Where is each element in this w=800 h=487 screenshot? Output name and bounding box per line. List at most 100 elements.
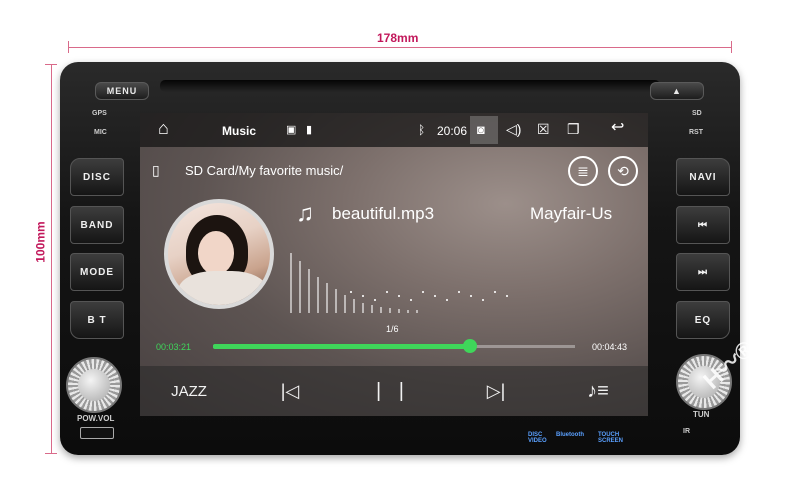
visualizer-dot	[410, 299, 412, 301]
height-dimension-line	[51, 64, 52, 454]
power-volume-knob[interactable]	[66, 357, 122, 413]
pause-icon: | |	[376, 379, 410, 402]
visualizer-bar	[380, 307, 382, 313]
eq-preset-button[interactable]: JAZZ	[158, 376, 220, 406]
repeat-button[interactable]: ⟲	[608, 156, 638, 186]
width-dimension-tick-left	[68, 41, 69, 53]
width-dimension-label: 178mm	[377, 31, 419, 45]
width-dimension-tick-right	[731, 41, 732, 53]
tun-label: TUN	[693, 410, 710, 419]
visualizer-dot	[362, 295, 364, 297]
seek-handle[interactable]	[463, 339, 478, 353]
close-box-icon[interactable]: ☒	[537, 122, 550, 136]
equalizer-button[interactable]: ≣	[568, 156, 598, 186]
elapsed-time: 00:03:21	[156, 342, 192, 352]
total-duration: 00:04:43	[592, 342, 628, 352]
track-position: 1/6	[386, 324, 399, 334]
visualizer-dot	[506, 295, 508, 297]
visualizer-bar	[416, 310, 418, 313]
height-dimension-label: 100mm	[33, 221, 48, 263]
height-dimension-tick-bottom	[45, 453, 57, 454]
seek-progress	[213, 344, 471, 349]
pause-button[interactable]: | |	[373, 376, 413, 406]
visualizer-bar	[326, 283, 328, 313]
ir-label: IR	[683, 428, 690, 435]
mic-label: MIC	[94, 129, 107, 136]
disc-button[interactable]: DISC	[70, 158, 124, 196]
mode-button[interactable]: MODE	[70, 253, 124, 291]
recent-apps-icon[interactable]: ❐	[567, 122, 580, 136]
disc-slot	[160, 80, 660, 92]
visualizer-dot	[494, 291, 496, 293]
visualizer-dot	[350, 291, 352, 293]
app-title: Music	[222, 124, 257, 138]
visualizer-dot	[386, 291, 388, 293]
visualizer-bar	[407, 310, 409, 313]
repeat-icon: ⟲	[617, 162, 629, 179]
visualizer-dot	[470, 295, 472, 297]
image-icon: ▣	[286, 124, 297, 136]
navi-button[interactable]: NAVI	[676, 158, 730, 196]
bluetooth-logo: Bluetooth	[556, 432, 584, 438]
sd-folder-icon: ▯	[152, 162, 160, 178]
band-button[interactable]: BAND	[70, 206, 124, 244]
home-icon[interactable]: ⌂	[158, 119, 169, 137]
eject-button[interactable]: ▲	[650, 82, 704, 100]
volume-icon[interactable]: ◁)	[506, 122, 521, 136]
playlist-icon: ♪≡	[587, 379, 609, 402]
folder-path: SD Card/My favorite music/	[185, 163, 344, 178]
visualizer-bar	[353, 299, 355, 313]
camera-icon-bg[interactable]: ◙	[470, 116, 498, 144]
sd-card-icon: ▮	[306, 124, 313, 136]
spectrum-visualizer	[290, 243, 520, 313]
disc-video-logo: DISC VIDEO	[528, 432, 547, 444]
visualizer-bar	[398, 309, 400, 313]
visualizer-bar	[299, 261, 301, 313]
next-track-button[interactable]: ⏭	[676, 253, 730, 291]
visualizer-bar	[290, 253, 292, 313]
visualizer-dot	[446, 299, 448, 301]
visualizer-bar	[362, 303, 364, 313]
touch-screen: ⌂ Music ▣ ▮ ᛒ 20:06 ◙ ◁) ☒ ❐ ↩ ▯ SD Card…	[140, 113, 648, 416]
visualizer-dot	[374, 299, 376, 301]
width-dimension-line	[68, 47, 732, 48]
bluetooth-icon: ᛒ	[418, 123, 426, 137]
rst-label: RST	[689, 129, 703, 136]
eject-icon: ▲	[672, 86, 682, 96]
previous-button[interactable]: |◁	[270, 376, 310, 406]
visualizer-dot	[398, 295, 400, 297]
visualizer-bar	[317, 277, 319, 313]
album-art-body	[178, 271, 268, 305]
visualizer-dot	[458, 291, 460, 293]
next-button[interactable]: ▷|	[476, 376, 516, 406]
previous-icon: |◁	[280, 380, 300, 401]
pow-vol-label: POW.VOL	[77, 414, 115, 423]
visualizer-dot	[434, 295, 436, 297]
equalizer-icon: ≣	[577, 162, 589, 179]
next-icon: ▷|	[486, 380, 506, 401]
prev-track-button[interactable]: ⏮	[676, 206, 730, 244]
camera-icon: ◙	[477, 122, 485, 137]
visualizer-bar	[389, 308, 391, 313]
gps-label: GPS	[92, 110, 107, 117]
usb-port[interactable]	[80, 427, 114, 439]
album-art	[164, 199, 274, 309]
song-title: beautiful.mp3	[332, 204, 435, 223]
bt-button[interactable]: B T	[70, 301, 124, 339]
visualizer-bar	[335, 289, 337, 313]
back-icon[interactable]: ↩	[611, 120, 624, 136]
visualizer-bar	[308, 269, 310, 313]
status-clock: 20:06	[437, 124, 468, 138]
visualizer-dot	[422, 291, 424, 293]
height-dimension-tick-top	[45, 64, 57, 65]
playlist-button[interactable]: ♪≡	[578, 376, 618, 406]
eq-button[interactable]: EQ	[676, 301, 730, 339]
visualizer-dot	[482, 299, 484, 301]
artist-name: Mayfair-Us	[530, 204, 613, 223]
visualizer-bar	[371, 305, 373, 313]
menu-button[interactable]: MENU	[95, 82, 149, 100]
sd-label: SD	[692, 110, 702, 117]
music-note-icon: ♫	[296, 200, 314, 227]
visualizer-bar	[344, 295, 346, 313]
touch-screen-logo: TOUCH SCREEN	[598, 432, 624, 444]
